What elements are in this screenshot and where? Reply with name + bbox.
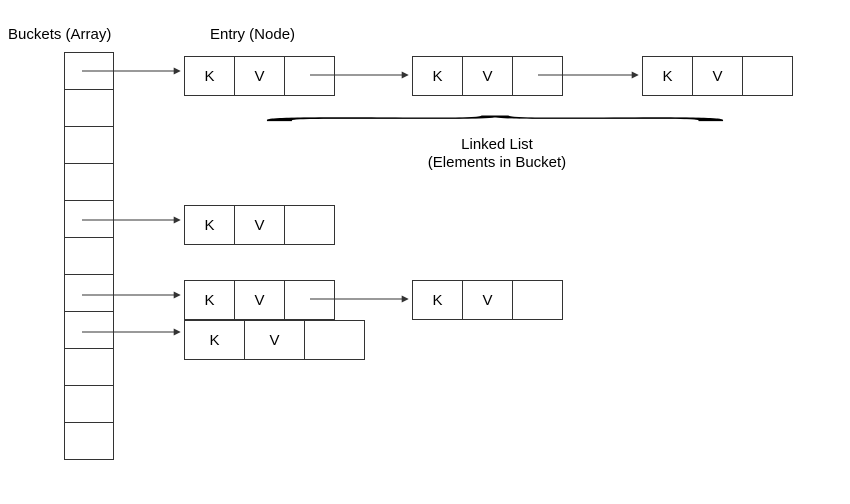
entry-next-cell (305, 321, 365, 359)
entry-node: KV (184, 205, 335, 245)
entry-key-cell: K (185, 57, 235, 95)
bucket-cell (65, 53, 113, 90)
entry-next-cell (513, 57, 563, 95)
label-linkedlist-line2: (Elements in Bucket) (417, 154, 577, 171)
bucket-cell (65, 312, 113, 349)
bucket-cell (65, 275, 113, 312)
entry-next-cell (285, 206, 335, 244)
entry-value-cell: V (245, 321, 305, 359)
bucket-cell (65, 386, 113, 423)
bucket-cell (65, 164, 113, 201)
entry-next-cell (285, 281, 335, 319)
entry-key-cell: K (185, 281, 235, 319)
entry-key-cell: K (185, 206, 235, 244)
curly-brace: ︷ (190, 101, 800, 123)
entry-key-cell: K (643, 57, 693, 95)
entry-value-cell: V (463, 57, 513, 95)
entry-node: KV (642, 56, 793, 96)
label-entry: Entry (Node) (210, 26, 295, 43)
bucket-cell (65, 423, 113, 460)
entry-node: KV (412, 280, 563, 320)
entry-value-cell: V (235, 281, 285, 319)
label-buckets: Buckets (Array) (8, 26, 111, 43)
bucket-array (64, 52, 114, 460)
entry-node: KV (184, 320, 365, 360)
entry-node: KV (184, 56, 335, 96)
entry-next-cell (743, 57, 793, 95)
entry-next-cell (285, 57, 335, 95)
bucket-cell (65, 238, 113, 275)
entry-value-cell: V (693, 57, 743, 95)
bucket-cell (65, 127, 113, 164)
bucket-cell (65, 349, 113, 386)
entry-next-cell (513, 281, 563, 319)
entry-key-cell: K (185, 321, 245, 359)
entry-node: KV (412, 56, 563, 96)
entry-value-cell: V (235, 206, 285, 244)
bucket-cell (65, 90, 113, 127)
entry-node: KV (184, 280, 335, 320)
bucket-cell (65, 201, 113, 238)
entry-key-cell: K (413, 57, 463, 95)
entry-value-cell: V (463, 281, 513, 319)
entry-value-cell: V (235, 57, 285, 95)
label-linkedlist-line1: Linked List (417, 136, 577, 153)
entry-key-cell: K (413, 281, 463, 319)
